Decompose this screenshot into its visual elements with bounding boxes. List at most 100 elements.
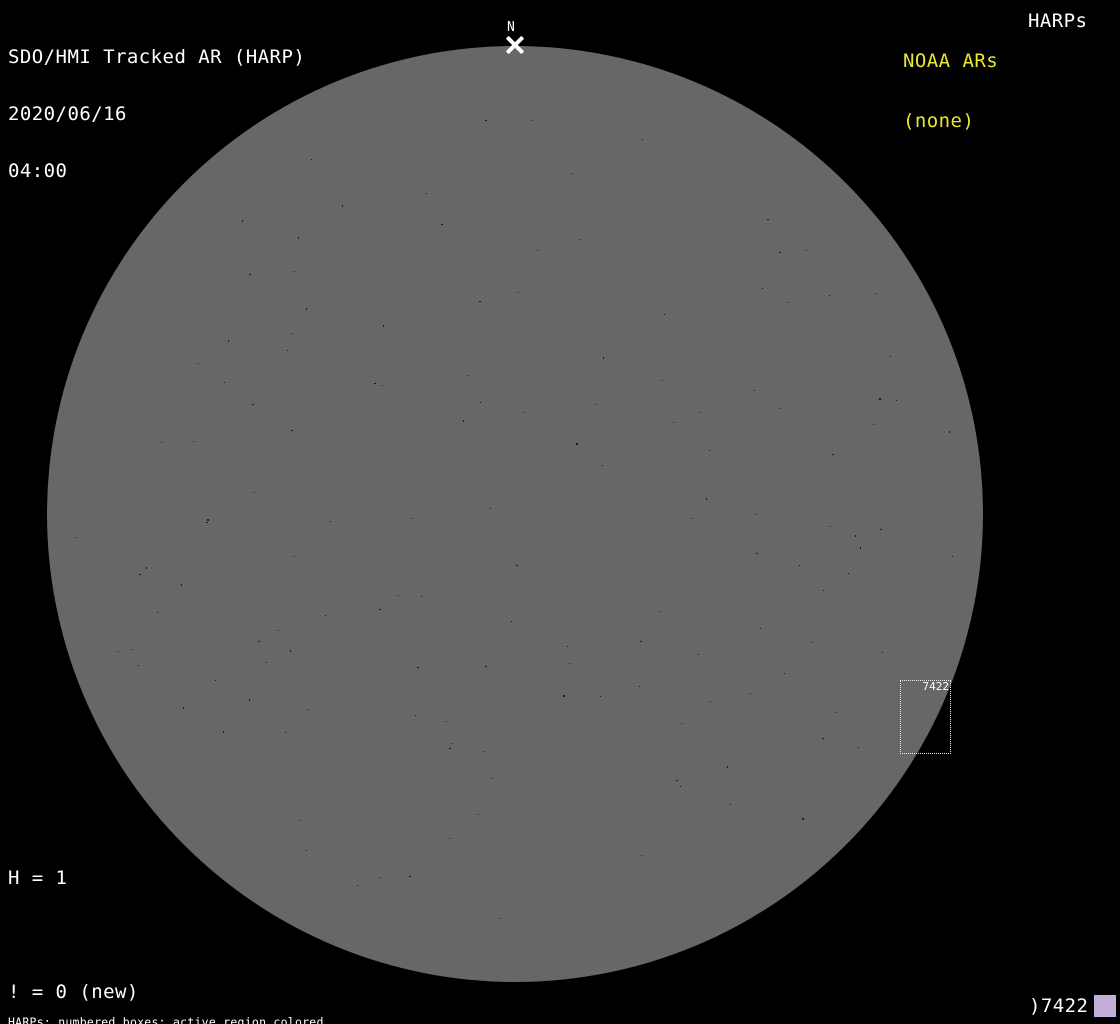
magnetic-speckle — [478, 814, 479, 815]
harp-tracking-plot: SDO/HMI Tracked AR (HARP) 2020/06/16 04:… — [0, 0, 1120, 1024]
magnetic-speckle — [779, 252, 781, 253]
magnetic-speckle — [490, 508, 491, 509]
magnetic-speckle — [799, 565, 800, 566]
magnetic-speckle — [664, 314, 665, 315]
magnetic-speckle — [446, 721, 447, 722]
magnetic-speckle — [750, 693, 751, 694]
harp-color-swatch — [1094, 995, 1116, 1017]
magnetic-speckle — [784, 673, 785, 674]
magnetic-speckle — [266, 662, 267, 663]
magnetic-speckle — [641, 855, 642, 856]
magnetic-speckle — [524, 412, 525, 413]
magnetic-speckle — [294, 271, 295, 272]
magnetic-speckle — [298, 237, 299, 239]
magnetic-speckle — [342, 205, 343, 207]
magnetic-speckle — [873, 424, 874, 425]
magnetic-speckle — [146, 567, 147, 569]
magnetic-speckle — [492, 778, 493, 779]
magnetic-speckle — [311, 159, 312, 160]
magnetic-speckle — [278, 630, 279, 631]
magnetic-speckle — [602, 465, 603, 466]
magnetic-speckle — [193, 441, 194, 442]
magnetic-speckle — [639, 686, 640, 687]
magnetic-speckle — [822, 738, 824, 739]
magnetic-speckle — [480, 402, 481, 403]
magnetic-speckle — [306, 308, 307, 310]
magnetic-speckle — [676, 780, 678, 781]
magnetic-speckle — [421, 596, 422, 597]
magnetic-speckle — [569, 663, 570, 664]
magnetic-speckle — [223, 731, 224, 733]
magnetic-speckle — [409, 876, 411, 877]
magnetic-speckle — [532, 120, 533, 121]
magnetic-speckle — [879, 398, 881, 400]
magnetic-speckle — [249, 699, 250, 701]
magnetic-speckle — [754, 390, 755, 391]
magnetic-speckle — [571, 173, 572, 174]
magnetic-speckle — [479, 301, 481, 302]
magnetic-speckle — [730, 804, 731, 805]
magnetic-speckle — [680, 786, 681, 787]
magnetic-speckle — [576, 443, 578, 445]
magnetic-speckle — [139, 574, 141, 575]
magnetic-speckle — [855, 535, 856, 537]
magnetic-speckle — [258, 641, 260, 642]
magnetic-speckle — [709, 450, 710, 451]
magnetic-speckle — [382, 385, 383, 386]
magnetic-speckle — [848, 573, 849, 574]
magnetic-speckle — [755, 514, 756, 515]
magnetic-speckle — [379, 609, 381, 610]
north-pole-x-marker-icon — [504, 35, 526, 55]
magnetic-speckle — [698, 654, 699, 655]
magnetic-speckle — [756, 553, 758, 554]
observation-date: 2020/06/16 — [8, 103, 127, 125]
magnetic-speckle — [138, 665, 139, 666]
magnetic-speckle — [207, 519, 209, 521]
magnetic-speckle — [383, 325, 384, 327]
magnetic-speckle — [463, 420, 464, 422]
magnetic-speckle — [483, 751, 484, 752]
magnetic-speckle — [537, 250, 538, 251]
noaa-ars-block: NOAA ARs (none) — [903, 11, 998, 171]
magnetic-speckle — [600, 696, 601, 697]
magnetic-speckle — [499, 918, 500, 919]
magnetic-speckle — [157, 612, 158, 613]
magnetic-speckle — [673, 422, 674, 423]
magnetic-speckle — [511, 621, 512, 622]
footer-notes: HARPs: numbered boxes; active region col… — [8, 992, 424, 1024]
magnetic-speckle — [823, 590, 824, 591]
magnetic-speckle — [567, 646, 568, 647]
magnetic-speckle — [132, 649, 133, 650]
magnetic-speckle — [285, 732, 286, 733]
north-pole-label: N — [507, 20, 515, 35]
magnetic-speckle — [306, 850, 307, 851]
magnetic-speckle — [876, 293, 877, 294]
harps-header: HARPs — [1028, 10, 1088, 32]
magnetic-speckle — [890, 356, 891, 357]
magnetic-speckle — [699, 412, 700, 413]
harp-list-entry: )7422 — [1029, 995, 1089, 1017]
magnetic-speckle — [896, 400, 897, 401]
magnetic-speckle — [242, 220, 243, 222]
magnetic-speckle — [516, 565, 518, 566]
magnetic-speckle — [640, 641, 642, 642]
magnetic-speckle — [780, 408, 781, 409]
magnetic-speckle — [603, 357, 604, 359]
magnetic-speckle — [254, 492, 255, 493]
magnetic-speckle — [802, 818, 804, 820]
magnetic-speckle — [291, 430, 293, 431]
magnetic-speckle — [249, 274, 251, 275]
magnetic-speckle — [830, 526, 831, 527]
magnetic-speckle — [357, 885, 358, 886]
magnetic-speckle — [325, 615, 326, 616]
magnetic-speckle — [330, 521, 331, 522]
magnetic-speckle — [760, 628, 761, 629]
magnetic-speckle — [426, 193, 427, 194]
magnetic-speckle — [290, 650, 291, 652]
magnetic-speckle — [441, 224, 443, 225]
magnetic-speckle — [485, 120, 487, 121]
magnetic-speckle — [727, 766, 728, 768]
magnetic-speckle — [287, 350, 288, 351]
magnetic-speckle — [806, 250, 807, 251]
